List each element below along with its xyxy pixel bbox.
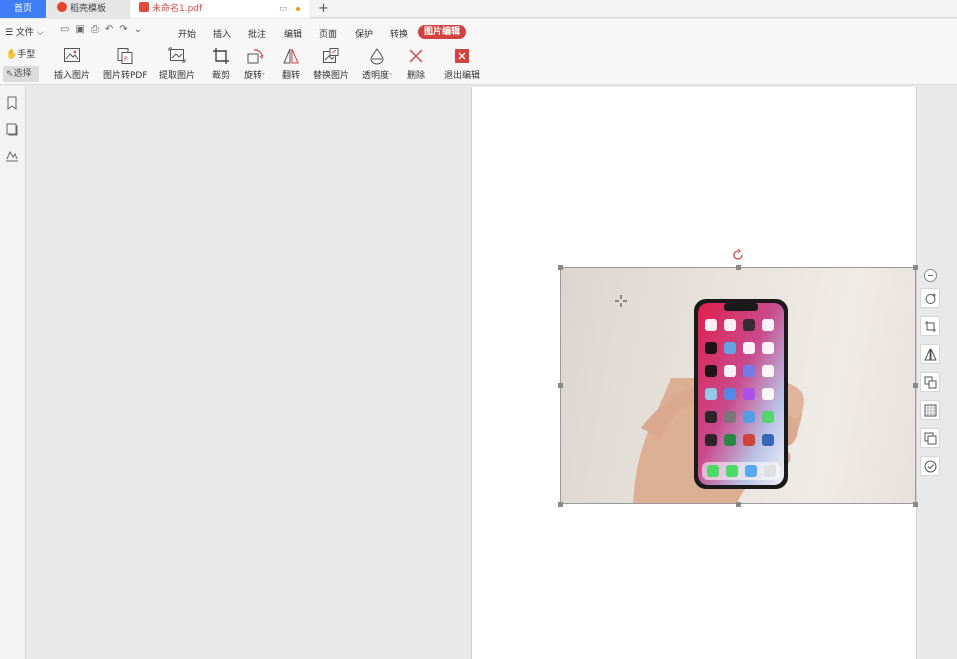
quick-transparency-button[interactable] xyxy=(920,400,940,420)
flip-button[interactable]: 翻转 xyxy=(282,47,300,81)
quick-rotate-button[interactable] xyxy=(920,288,940,308)
exit-edit-icon xyxy=(444,47,480,65)
transparency-dropdown-icon: ˅ xyxy=(389,73,393,80)
transparency-label: 透明度 xyxy=(362,71,390,81)
quick-access-toolbar: ▭▣⎙↶↷⌄ xyxy=(60,24,148,35)
replace-image-button[interactable]: 替换图片 xyxy=(313,47,349,81)
delete-icon xyxy=(407,47,425,65)
undo-icon[interactable]: ↶ xyxy=(105,24,119,35)
resize-handle-left[interactable] xyxy=(558,383,563,388)
print-icon[interactable]: ⎙ xyxy=(91,24,105,35)
flip-label: 翻转 xyxy=(282,71,301,81)
replace-image-icon xyxy=(924,376,936,389)
tab-templates-label: 稻壳模板 xyxy=(70,4,107,14)
new-tab-button[interactable]: + xyxy=(318,0,329,18)
resize-handle-bottom[interactable] xyxy=(736,502,741,507)
quick-copy-button[interactable] xyxy=(920,428,940,448)
pdf-file-icon xyxy=(139,2,149,12)
tab-templates[interactable]: 稻壳模板 xyxy=(47,0,130,18)
quick-crop-button[interactable] xyxy=(920,316,940,336)
image-to-pdf-label: 图片转PDF xyxy=(103,71,148,81)
extract-image-label: 提取图片 xyxy=(159,71,196,81)
quick-replace-button[interactable] xyxy=(920,372,940,392)
check-circle-icon xyxy=(924,460,936,473)
image-to-pdf-icon: P xyxy=(103,47,148,65)
move-cursor-icon xyxy=(615,295,627,307)
delete-button[interactable]: 删除 xyxy=(407,47,425,81)
resize-handle-top[interactable] xyxy=(736,265,741,270)
resize-handle-right[interactable] xyxy=(913,383,918,388)
resize-handle-top-left[interactable] xyxy=(558,265,563,270)
save-icon[interactable]: ▣ xyxy=(75,24,90,35)
rotate-handle-icon[interactable] xyxy=(731,248,745,262)
menu-annotate[interactable]: 批注 xyxy=(248,27,266,40)
transparency-icon xyxy=(362,47,392,65)
resize-handle-bottom-right[interactable] xyxy=(913,502,918,507)
cursor-icon: ⇖ xyxy=(6,69,14,79)
crop-label: 裁剪 xyxy=(212,71,231,81)
thumbnail-icon[interactable] xyxy=(5,122,19,136)
insert-image-button[interactable]: 插入图片 xyxy=(54,47,90,81)
redo-icon[interactable]: ↷ xyxy=(119,24,133,35)
rotate-dropdown-icon: ˅ xyxy=(262,73,266,80)
rotate-button[interactable]: 旋转˅ xyxy=(244,47,265,81)
menu-image-edit[interactable]: 图片编辑 xyxy=(418,25,466,39)
replace-image-icon xyxy=(313,47,349,65)
hand-icon: ✋ xyxy=(6,50,18,60)
menu-edit[interactable]: 编辑 xyxy=(284,27,302,40)
ribbon-toolbar: ✋手型 ⇖选择 插入图片 P 图片转PDF 提取图片 裁剪 旋转˅ 翻转 替换图… xyxy=(0,45,957,85)
signature-icon[interactable] xyxy=(5,148,19,162)
quick-confirm-button[interactable] xyxy=(920,456,940,476)
select-tool[interactable]: ⇖选择 xyxy=(3,66,39,82)
menu-protect[interactable]: 保护 xyxy=(355,27,373,40)
menu-page[interactable]: 页面 xyxy=(319,27,337,40)
crop-icon xyxy=(212,47,230,65)
exit-edit-button[interactable]: 退出编辑 xyxy=(444,47,480,81)
menu-start[interactable]: 开始 xyxy=(178,27,196,40)
menu-insert[interactable]: 插入 xyxy=(213,27,231,40)
quick-flip-button[interactable] xyxy=(920,344,940,364)
collapse-tools-icon[interactable] xyxy=(924,269,937,282)
tab-home[interactable]: 首页 xyxy=(0,0,46,18)
rotate-icon xyxy=(244,47,265,65)
monitor-icon[interactable]: ▭ xyxy=(279,0,288,18)
crop-button[interactable]: 裁剪 xyxy=(212,47,230,81)
transparency-grid-icon xyxy=(924,404,936,417)
hand-tool[interactable]: ✋手型 xyxy=(3,47,39,63)
more-icon[interactable]: ⌄ xyxy=(134,24,148,35)
templates-logo-icon xyxy=(57,2,67,12)
image-to-pdf-button[interactable]: P 图片转PDF xyxy=(103,47,148,81)
exit-edit-label: 退出编辑 xyxy=(444,71,481,81)
transparency-button[interactable]: 透明度˅ xyxy=(362,47,392,81)
tab-document[interactable]: 未命名1.pdf ▭ xyxy=(131,0,309,18)
flip-icon xyxy=(923,348,937,361)
flip-icon xyxy=(282,47,300,65)
bookmark-icon[interactable] xyxy=(5,96,19,110)
select-tool-label: 选择 xyxy=(13,69,32,79)
left-sidebar xyxy=(0,86,26,659)
menu-convert[interactable]: 转换 xyxy=(390,27,408,40)
crop-icon xyxy=(924,321,936,332)
extract-image-icon xyxy=(159,47,195,65)
insert-image-icon xyxy=(54,47,90,65)
delete-label: 删除 xyxy=(407,71,426,81)
rotate-label: 旋转 xyxy=(244,71,263,81)
hand-tool-label: 手型 xyxy=(17,50,36,60)
svg-text:P: P xyxy=(124,56,128,63)
resize-handle-top-right[interactable] xyxy=(913,265,918,270)
menu-bar: ☰ 文件 ⌵ ▭▣⎙↶↷⌄ 开始 插入 批注 编辑 页面 保护 转换 图片编辑 xyxy=(0,19,957,45)
tab-bar: 首页 稻壳模板 未命名1.pdf ▭ + xyxy=(0,0,957,18)
selected-image[interactable] xyxy=(560,267,916,504)
open-icon[interactable]: ▭ xyxy=(60,24,75,35)
tab-document-label: 未命名1.pdf xyxy=(152,4,203,14)
replace-image-label: 替换图片 xyxy=(313,71,350,81)
file-menu[interactable]: ☰ 文件 ⌵ xyxy=(5,25,44,38)
extract-image-button[interactable]: 提取图片 xyxy=(159,47,195,81)
insert-image-label: 插入图片 xyxy=(54,71,91,81)
resize-handle-bottom-left[interactable] xyxy=(558,502,563,507)
rotate-icon xyxy=(925,293,936,304)
copy-icon xyxy=(924,432,936,445)
unsaved-dot-icon xyxy=(296,7,300,11)
